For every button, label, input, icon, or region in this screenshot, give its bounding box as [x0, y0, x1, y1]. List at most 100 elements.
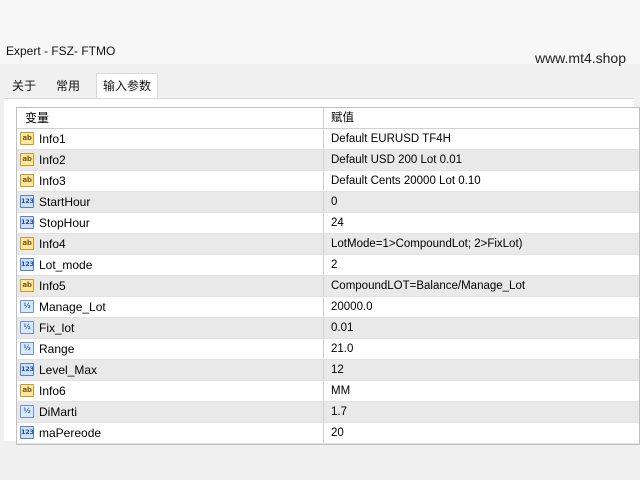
tab-common[interactable]: 常用	[50, 74, 86, 98]
table-row[interactable]: ab Info1 Default EURUSD TF4H	[17, 129, 639, 150]
integer-type-icon: 123	[20, 258, 34, 271]
variable-cell: 123 Lot_mode	[17, 255, 324, 275]
value-cell[interactable]: CompoundLOT=Balance/Manage_Lot	[328, 276, 525, 296]
tab-about[interactable]: 关于	[6, 74, 42, 98]
parameter-value: 12	[331, 364, 344, 376]
variable-name: Info5	[39, 279, 66, 293]
value-cell[interactable]: 0.01	[328, 318, 353, 338]
variable-name: Lot_mode	[39, 258, 93, 272]
double-type-icon: ½	[20, 300, 34, 313]
integer-type-icon: 123	[20, 363, 34, 376]
variable-cell: 123 maPereode	[17, 423, 324, 443]
double-type-icon: ½	[20, 321, 34, 334]
variable-cell: ab Info5	[17, 276, 324, 296]
parameter-value: CompoundLOT=Balance/Manage_Lot	[331, 280, 526, 292]
variable-name: Info6	[39, 384, 66, 398]
variable-cell: ab Info2	[17, 150, 324, 170]
parameter-value: 21.0	[331, 343, 354, 355]
variable-name: Fix_lot	[39, 321, 75, 335]
parameter-value: 0.01	[331, 322, 354, 334]
value-cell[interactable]: 0	[328, 192, 337, 212]
table-row[interactable]: ab Info5 CompoundLOT=Balance/Manage_Lot	[17, 276, 639, 297]
table-row[interactable]: ½ Fix_lot 0.01	[17, 318, 639, 339]
variable-cell: ab Info4	[17, 234, 324, 254]
string-type-icon: ab	[20, 237, 34, 250]
table-row[interactable]: ab Info2 Default USD 200 Lot 0.01	[17, 150, 639, 171]
table-row[interactable]: 123 StopHour 24	[17, 213, 639, 234]
parameter-value: Default EURUSD TF4H	[331, 133, 451, 145]
variable-name: DiMarti	[39, 405, 77, 419]
string-type-icon: ab	[20, 153, 34, 166]
double-type-icon: ½	[20, 342, 34, 355]
header-value: 赋值	[331, 112, 354, 124]
watermark: www.mt4.shop	[534, 50, 626, 66]
value-cell[interactable]: 1.7	[328, 402, 347, 422]
parameter-value: 20000.0	[331, 301, 373, 313]
table-row[interactable]: ½ Range 21.0	[17, 339, 639, 360]
parameter-value: Default Cents 20000 Lot 0.10	[331, 175, 481, 187]
variable-cell: 123 Level_Max	[17, 360, 324, 380]
value-cell[interactable]: Default Cents 20000 Lot 0.10	[328, 171, 481, 191]
parameter-value: LotMode=1>CompoundLot; 2>FixLot)	[331, 238, 523, 250]
double-type-icon: ½	[20, 405, 34, 418]
table-row[interactable]: 123 StartHour 0	[17, 192, 639, 213]
variable-cell: 123 StopHour	[17, 213, 324, 233]
parameter-value: MM	[331, 385, 351, 397]
parameter-value: 0	[331, 196, 338, 208]
table-row[interactable]: ab Info3 Default Cents 20000 Lot 0.10	[17, 171, 639, 192]
table-row[interactable]: 123 maPereode 20	[17, 423, 639, 444]
header-variable-cell[interactable]: 变量	[17, 108, 324, 128]
variable-cell: 123 StartHour	[17, 192, 324, 212]
table-row[interactable]: ab Info4 LotMode=1>CompoundLot; 2>FixLot)	[17, 234, 639, 255]
variable-name: Info1	[39, 132, 66, 146]
variable-name: Range	[39, 342, 75, 356]
table-row[interactable]: 123 Level_Max 12	[17, 360, 639, 381]
value-cell[interactable]: MM	[328, 381, 350, 401]
parameter-value: 2	[331, 259, 338, 271]
parameters-table: 变量 赋值 ab Info1 Default EURUSD TF4H ab Info2 D…	[16, 107, 640, 445]
value-cell[interactable]: 2	[328, 255, 337, 275]
title-bar: Expert - FSZ- FTMO www.mt4.shop	[0, 0, 640, 66]
string-type-icon: ab	[20, 384, 34, 397]
variable-name: Info2	[39, 153, 66, 167]
variable-name: Level_Max	[39, 363, 98, 377]
integer-type-icon: 123	[20, 195, 34, 208]
parameter-value: 24	[331, 217, 344, 229]
table-row[interactable]: ab Info6 MM	[17, 381, 639, 402]
variable-cell: ½ Fix_lot	[17, 318, 324, 338]
value-cell[interactable]: 12	[328, 360, 344, 380]
integer-type-icon: 123	[20, 216, 34, 229]
variable-cell: ab Info6	[17, 381, 324, 401]
value-cell[interactable]: 21.0	[328, 339, 353, 359]
string-type-icon: ab	[20, 174, 34, 187]
variable-cell: ½ DiMarti	[17, 402, 324, 422]
variable-name: Info4	[39, 237, 66, 251]
variable-cell: ½ Manage_Lot	[17, 297, 324, 317]
variable-cell: ab Info3	[17, 171, 324, 191]
variable-cell: ab Info1	[17, 129, 324, 149]
variable-name: StopHour	[39, 216, 90, 230]
value-cell[interactable]: Default EURUSD TF4H	[328, 129, 451, 149]
header-variable: 变量	[25, 111, 50, 125]
value-cell[interactable]: 20000.0	[328, 297, 373, 317]
tab-input-parameters[interactable]: 输入参数	[96, 73, 159, 98]
table-row[interactable]: ½ DiMarti 1.7	[17, 402, 639, 423]
header-value-cell[interactable]: 赋值	[328, 108, 354, 128]
parameters-panel: 变量 赋值 ab Info1 Default EURUSD TF4H ab Info2 D…	[4, 98, 640, 445]
window-title: Expert - FSZ- FTMO	[6, 44, 116, 58]
string-type-icon: ab	[20, 132, 34, 145]
table-row[interactable]: 123 Lot_mode 2	[17, 255, 639, 276]
integer-type-icon: 123	[20, 426, 34, 439]
table-row[interactable]: ½ Manage_Lot 20000.0	[17, 297, 639, 318]
value-cell[interactable]: LotMode=1>CompoundLot; 2>FixLot)	[328, 234, 522, 254]
parameter-value: Default USD 200 Lot 0.01	[331, 154, 463, 166]
tab-bar: 关于 常用 输入参数	[4, 73, 634, 98]
value-cell[interactable]: 24	[328, 213, 344, 233]
parameter-value: 1.7	[331, 406, 347, 418]
variable-cell: ½ Range	[17, 339, 324, 359]
string-type-icon: ab	[20, 279, 34, 292]
value-cell[interactable]: 20	[328, 423, 344, 443]
variable-name: StartHour	[39, 195, 91, 209]
value-cell[interactable]: Default USD 200 Lot 0.01	[328, 150, 462, 170]
parameter-value: 20	[331, 427, 344, 439]
